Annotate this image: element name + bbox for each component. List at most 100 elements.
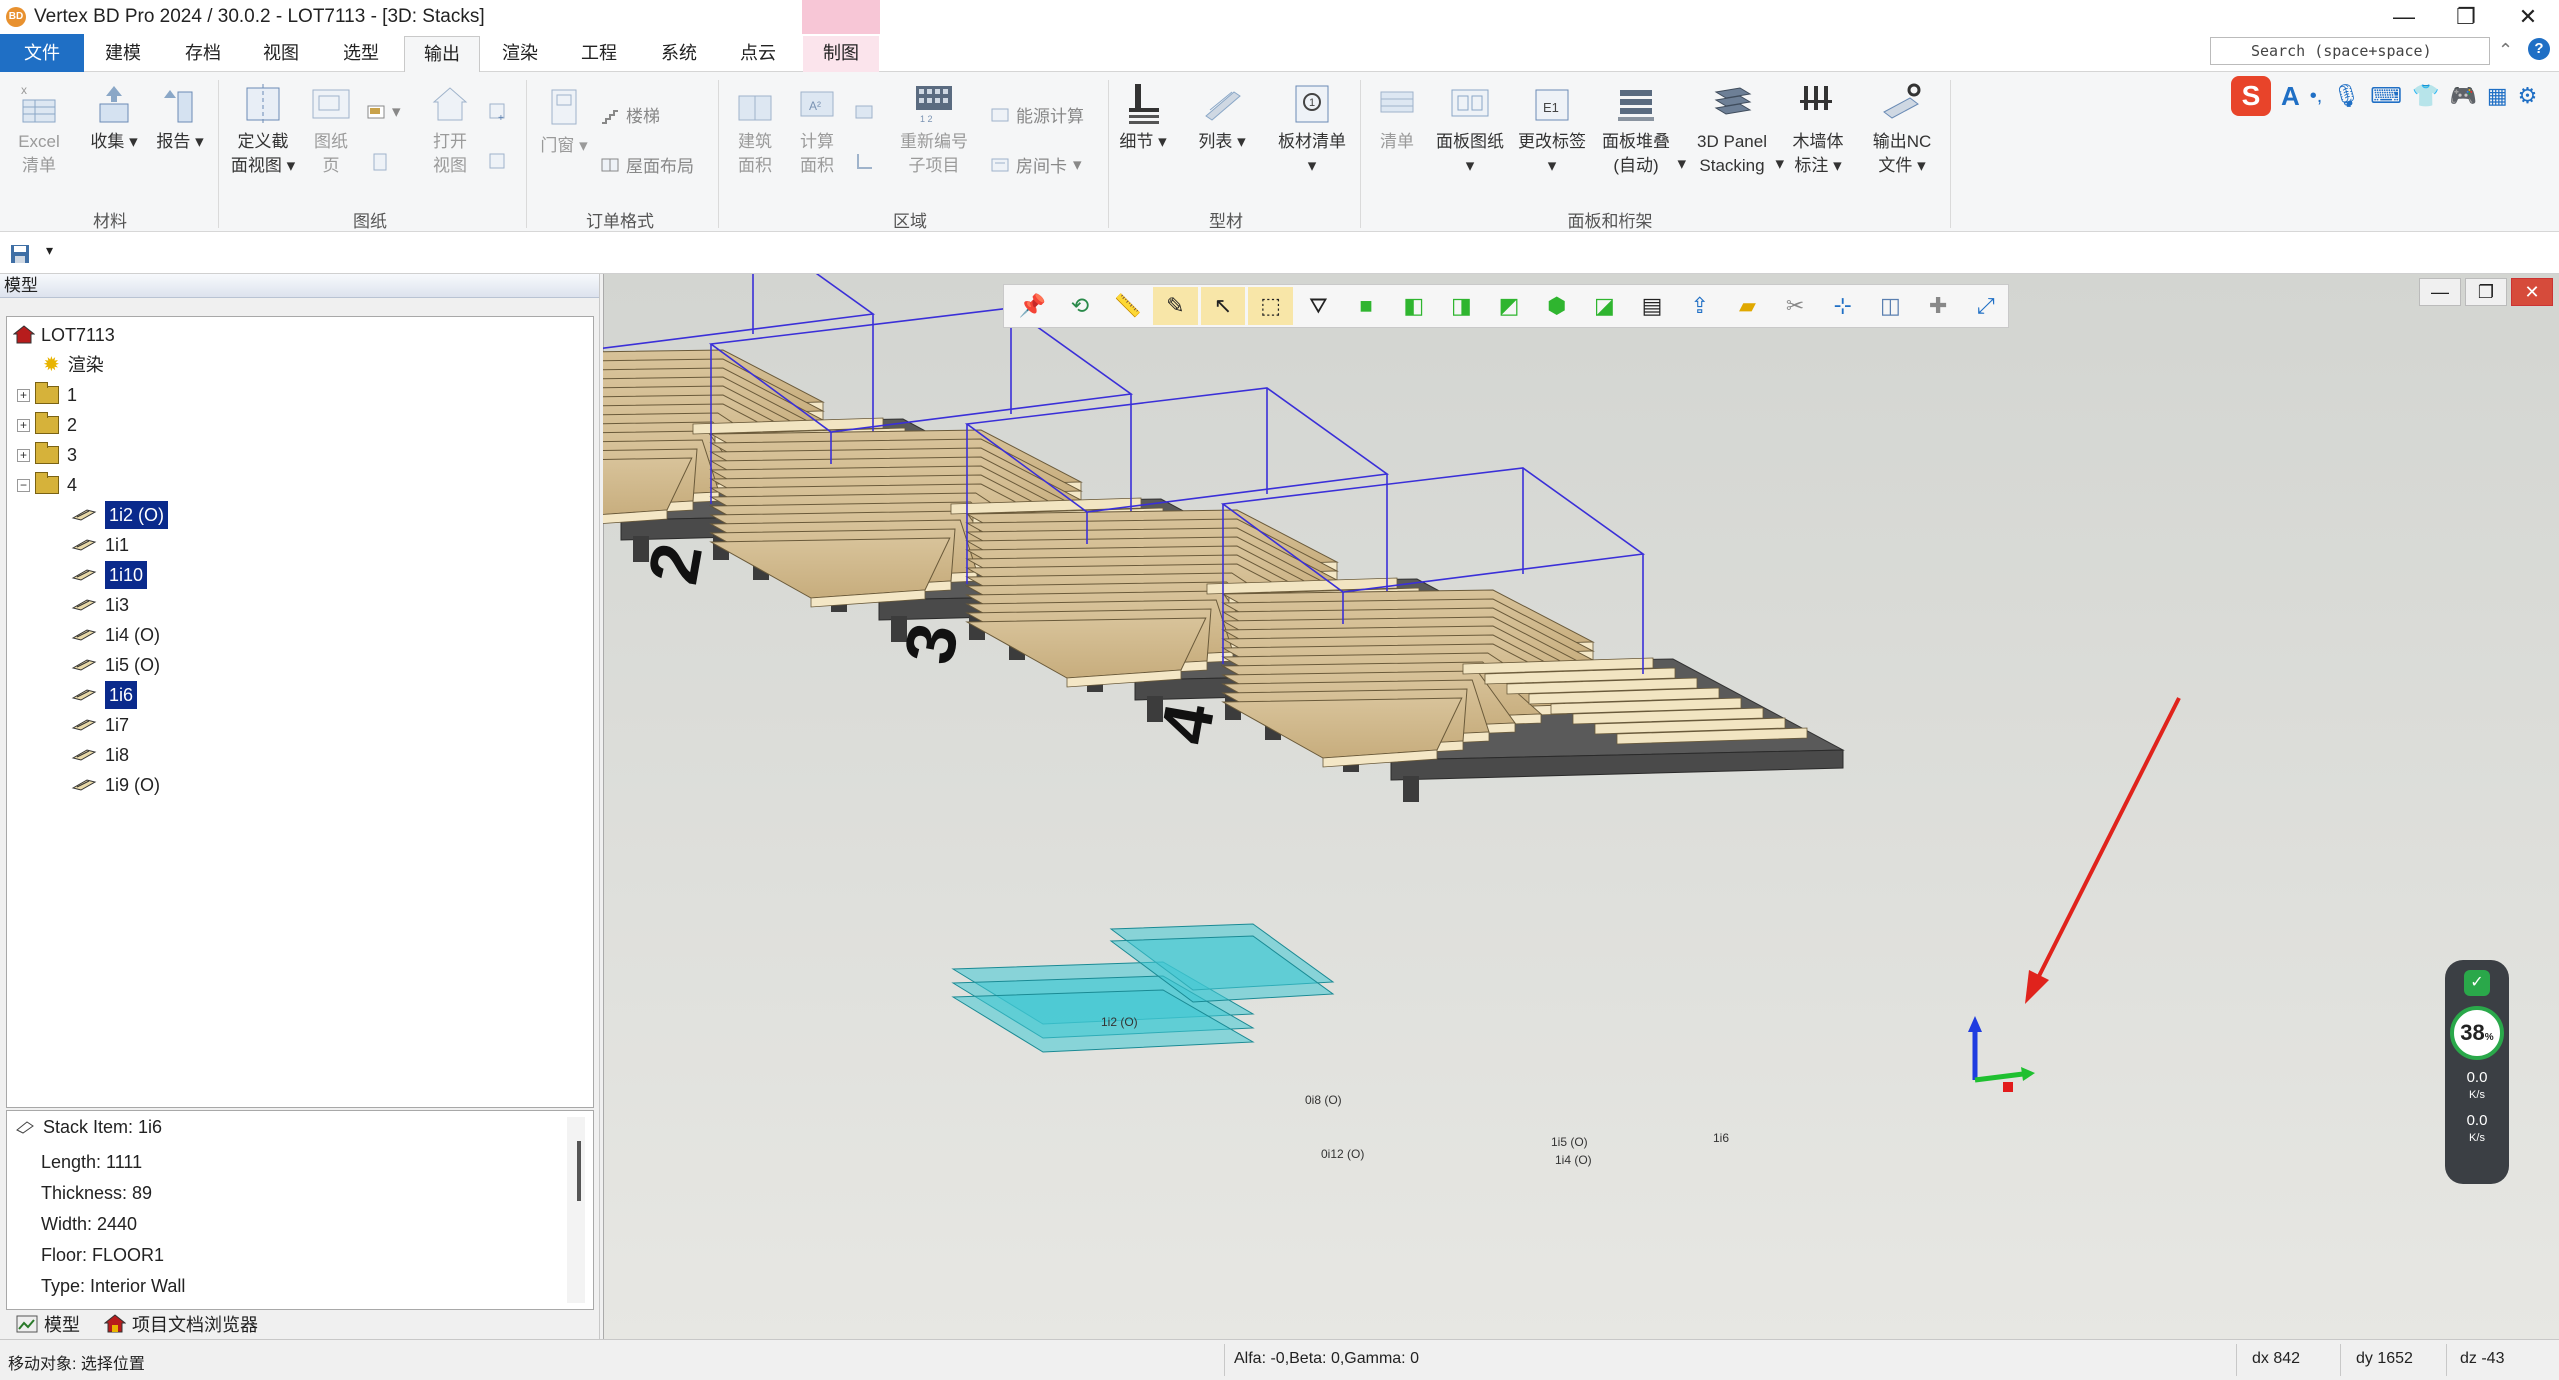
point-select-icon[interactable]: ✎ <box>1153 287 1198 325</box>
rotate-view-icon[interactable]: ⟲ <box>1058 287 1103 325</box>
energy-calc-button[interactable]: 能源计算 <box>990 102 1084 127</box>
stack-item-0[interactable]: 1i2 (O) <box>71 501 169 529</box>
help-icon[interactable]: ? <box>2528 38 2550 60</box>
view-left-icon[interactable]: ◨ <box>1439 287 1484 325</box>
fit-view-icon[interactable]: ⤢ <box>1963 287 2008 325</box>
viewport-restore-button[interactable]: ❐ <box>2465 278 2507 306</box>
detail-button[interactable]: 细节 ▾ <box>1116 82 1170 154</box>
tab-model[interactable]: 模型 <box>16 1311 80 1337</box>
drawing-page-button[interactable]: 图纸 页 <box>306 82 356 178</box>
tab-render[interactable]: 渲染 <box>497 36 543 72</box>
measure-icon[interactable]: 📏 <box>1105 287 1150 325</box>
bom-button[interactable]: 清单 <box>1372 82 1422 154</box>
tab-archive[interactable]: 存档 <box>180 36 226 72</box>
board-list-button[interactable]: 1 板材清单 ▾ <box>1272 82 1352 178</box>
plus-icon[interactable]: ✚ <box>1916 287 1961 325</box>
open-view-button[interactable]: 打开 视图 <box>422 82 478 178</box>
gizmo-z-arrow[interactable] <box>1968 1016 1982 1032</box>
close-button[interactable]: ✕ <box>2497 0 2559 34</box>
gizmo-x-handle[interactable] <box>2003 1082 2013 1092</box>
expand-icon[interactable]: + <box>17 418 30 432</box>
axis-icon[interactable]: ⊹ <box>1820 287 1865 325</box>
stack-item-2[interactable]: 1i10 <box>71 561 148 589</box>
tree-render[interactable]: ✹ 渲染 <box>43 351 104 379</box>
transform-gizmo[interactable] <box>1968 1016 2035 1092</box>
expand-icon[interactable]: + <box>17 388 30 402</box>
tab-pointcloud[interactable]: 点云 <box>735 36 781 72</box>
panel-stacking-auto-button[interactable]: 面板堆叠 (自动) ▾ <box>1596 82 1686 178</box>
gizmo-y-arrow[interactable] <box>2021 1067 2035 1081</box>
change-label-button[interactable]: E1 更改标签 ▾ <box>1512 82 1592 178</box>
panel-drawing-button[interactable]: 面板图纸 ▾ <box>1430 82 1510 178</box>
filter-icon[interactable]: ⛛ <box>1296 287 1341 325</box>
tab-drafting[interactable]: 制图 <box>803 36 879 72</box>
font-a-icon[interactable]: A <box>2281 81 2300 112</box>
view-right-icon[interactable]: ◩ <box>1487 287 1532 325</box>
tab-project[interactable]: 工程 <box>576 36 622 72</box>
input-method-logo-icon[interactable]: S <box>2231 76 2271 116</box>
stack-item-6[interactable]: 1i6 <box>71 681 138 709</box>
minimize-button[interactable]: — <box>2373 0 2435 34</box>
punctuation-icon[interactable]: •, <box>2310 85 2323 108</box>
view-back-icon[interactable]: ◧ <box>1391 287 1436 325</box>
props-scroll-thumb[interactable] <box>577 1141 581 1201</box>
collect-button[interactable]: 收集 ▾ <box>84 82 144 154</box>
game-icon[interactable]: 🎮 <box>2449 83 2476 109</box>
stack-item-8[interactable]: 1i8 <box>71 741 129 769</box>
maximize-button[interactable]: ❐ <box>2435 0 2497 34</box>
collapse-icon[interactable]: − <box>17 478 30 492</box>
tab-output[interactable]: 输出 <box>404 36 480 72</box>
delete-icon[interactable]: ✂ <box>1773 287 1818 325</box>
stack-color-icon[interactable]: ▰ <box>1725 287 1770 325</box>
tab-modeling[interactable]: 建模 <box>100 36 146 72</box>
pin-icon[interactable]: 📌 <box>1010 287 1055 325</box>
view-small-button[interactable] <box>488 152 508 172</box>
section-icon[interactable]: ◫ <box>1868 287 1913 325</box>
list-button[interactable]: 列表 ▾ <box>1192 82 1252 154</box>
viewport-minimize-button[interactable]: — <box>2419 278 2461 306</box>
3d-panel-stacking-button[interactable]: 3D Panel Stacking ▾ <box>1688 82 1784 178</box>
output-nc-button[interactable]: 输出NC 文件 ▾ <box>1862 82 1942 178</box>
3d-scene[interactable]: 12341i2 (O)0i8 (O)0i12 (O)1i5 (O)1i4 (O)… <box>603 274 2559 1339</box>
add-view-small-button[interactable]: + <box>488 102 508 122</box>
save-icon[interactable] <box>10 244 30 264</box>
layers-icon[interactable]: ▤ <box>1630 287 1675 325</box>
collapse-ribbon-icon[interactable]: ⌃ <box>2498 40 2513 61</box>
line-select-icon[interactable]: ↖ <box>1200 287 1246 325</box>
tab-file[interactable]: 文件 <box>0 34 84 72</box>
stack-item-3[interactable]: 1i3 <box>71 591 129 619</box>
view-iso-icon[interactable]: ⬢ <box>1534 287 1579 325</box>
corner-small-button[interactable] <box>854 152 874 172</box>
props-scrollbar[interactable] <box>567 1117 585 1303</box>
export-icon[interactable]: ⇪ <box>1677 287 1722 325</box>
wood-wall-label-button[interactable]: 木墙体 标注 ▾ <box>1788 82 1848 178</box>
microphone-icon[interactable]: 🎙 <box>2332 83 2360 109</box>
renumber-subitems-button[interactable]: 1 2 重新编号 子项目 <box>892 82 976 178</box>
tab-project-browser[interactable]: 项目文档浏览器 <box>104 1311 258 1337</box>
tree-folder-3[interactable]: +3 <box>17 441 77 469</box>
frame-dropdown[interactable]: ▾ <box>366 102 401 122</box>
stack-item-4[interactable]: 1i4 (O) <box>71 621 160 649</box>
tab-system[interactable]: 系统 <box>656 36 702 72</box>
stack-item-7[interactable]: 1i7 <box>71 711 129 739</box>
view-top-icon[interactable]: ◪ <box>1582 287 1627 325</box>
custom-section-view-button[interactable]: 定义截 面视图 ▾ <box>226 82 300 178</box>
report-button[interactable]: 报告 ▾ <box>150 82 210 154</box>
settings-gear-icon[interactable]: ⚙ <box>2518 83 2538 109</box>
tab-view[interactable]: 视图 <box>258 36 304 72</box>
qat-dropdown-icon[interactable]: ▾ <box>46 242 53 259</box>
network-monitor-widget[interactable]: ✓ 38% 0.0 K/s 0.0 K/s <box>2445 960 2509 1184</box>
search-input[interactable]: Search (space+space) <box>2210 37 2490 65</box>
expand-icon[interactable]: + <box>17 448 30 462</box>
layout-small-button[interactable] <box>370 152 390 172</box>
stack-item-5[interactable]: 1i5 (O) <box>71 651 160 679</box>
room-card-button[interactable]: 房间卡 ▾ <box>990 152 1082 177</box>
stairs-button[interactable]: 楼梯 <box>600 102 660 127</box>
keyboard-icon[interactable]: ⌨ <box>2370 83 2402 109</box>
stack-item-9[interactable]: 1i9 (O) <box>71 771 160 799</box>
door-window-button[interactable]: 门窗 ▾ <box>536 86 592 158</box>
area-small-button[interactable] <box>854 102 874 122</box>
view-front-icon[interactable]: ■ <box>1344 287 1389 325</box>
area-select-icon[interactable]: ⬚ <box>1248 287 1294 325</box>
excel-list-button[interactable]: x Excel 清单 <box>12 82 66 178</box>
